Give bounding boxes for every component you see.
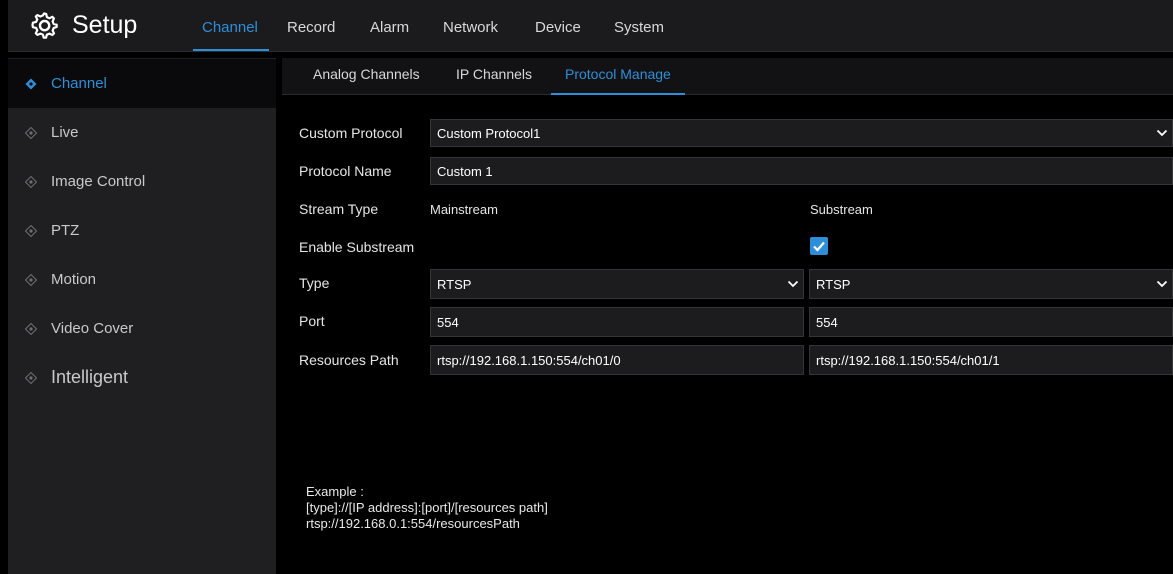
diamond-icon bbox=[25, 126, 37, 139]
example-text: Example : [type]://[IP address]:[port]/[… bbox=[306, 484, 548, 532]
chevron-down-icon bbox=[1156, 280, 1168, 288]
diamond-icon bbox=[25, 175, 37, 188]
chevron-down-icon bbox=[787, 280, 799, 288]
sidebar-item-motion[interactable]: Motion bbox=[8, 255, 276, 304]
diamond-icon bbox=[25, 273, 37, 286]
top-bar: Setup Channel Record Alarm Network Devic… bbox=[8, 0, 1173, 52]
example-url: rtsp://192.168.0.1:554/resourcesPath bbox=[306, 516, 520, 531]
sidebar-item-channel[interactable]: Channel bbox=[8, 59, 276, 108]
tab-analog-channels[interactable]: Analog Channels bbox=[313, 66, 420, 82]
port-label: Port bbox=[299, 313, 325, 329]
main-type-select[interactable]: RTSP bbox=[430, 269, 804, 299]
sidebar-item-label: Image Control bbox=[51, 173, 146, 190]
gear-icon bbox=[31, 12, 58, 39]
protocol-name-label: Protocol Name bbox=[299, 163, 392, 179]
tab-ip-channels[interactable]: IP Channels bbox=[456, 66, 532, 82]
diamond-icon bbox=[25, 224, 37, 237]
sub-port-input[interactable]: 554 bbox=[809, 307, 1173, 337]
tab-record[interactable]: Record bbox=[287, 0, 335, 51]
custom-protocol-label: Custom Protocol bbox=[299, 125, 403, 141]
tab-protocol-manage[interactable]: Protocol Manage bbox=[551, 66, 685, 95]
tab-system[interactable]: System bbox=[614, 0, 664, 51]
checkmark-icon bbox=[813, 241, 825, 252]
diamond-icon bbox=[25, 78, 37, 89]
main-port-value: 554 bbox=[437, 314, 459, 330]
protocol-name-value: Custom 1 bbox=[437, 163, 493, 179]
sidebar-item-ptz[interactable]: PTZ bbox=[8, 206, 276, 255]
example-format: [type]://[IP address]:[port]/[resources … bbox=[306, 500, 548, 515]
example-heading: Example : bbox=[306, 484, 364, 499]
sidebar-item-video-cover[interactable]: Video Cover bbox=[8, 304, 276, 353]
sidebar-item-label: Channel bbox=[51, 75, 107, 92]
sidebar-item-label: PTZ bbox=[51, 222, 80, 239]
main-path-input[interactable]: rtsp://192.168.1.150:554/ch01/0 bbox=[430, 345, 804, 375]
main-type-value: RTSP bbox=[437, 276, 472, 292]
sidebar-item-live[interactable]: Live bbox=[8, 108, 276, 157]
custom-protocol-select[interactable]: Custom Protocol1 bbox=[430, 119, 1173, 147]
main-content: Analog Channels IP Channels Protocol Man… bbox=[276, 58, 1173, 574]
sub-port-value: 554 bbox=[816, 314, 838, 330]
sub-type-select[interactable]: RTSP bbox=[809, 269, 1173, 299]
protocol-name-input[interactable]: Custom 1 bbox=[430, 157, 1173, 185]
sidebar-item-label: Motion bbox=[51, 271, 97, 288]
custom-protocol-value: Custom Protocol1 bbox=[437, 125, 541, 141]
diamond-icon bbox=[25, 322, 37, 335]
tab-channel[interactable]: Channel bbox=[193, 0, 269, 51]
substream-header: Substream bbox=[810, 202, 873, 217]
tab-network[interactable]: Network bbox=[443, 0, 498, 51]
setup-title: Setup bbox=[30, 10, 137, 40]
sub-type-value: RTSP bbox=[816, 276, 851, 292]
page-title: Setup bbox=[72, 10, 138, 39]
sidebar-item-intelligent[interactable]: Intelligent bbox=[8, 353, 276, 402]
sidebar-item-label: Intelligent bbox=[51, 367, 129, 387]
enable-substream-label: Enable Substream bbox=[299, 239, 415, 255]
diamond-icon bbox=[25, 371, 37, 384]
tab-alarm[interactable]: Alarm bbox=[370, 0, 409, 51]
sidebar-item-image-control[interactable]: Image Control bbox=[8, 157, 276, 206]
mainstream-header: Mainstream bbox=[430, 202, 498, 217]
subtab-bar: Analog Channels IP Channels Protocol Man… bbox=[282, 58, 1173, 95]
tab-device[interactable]: Device bbox=[535, 0, 581, 51]
main-path-value: rtsp://192.168.1.150:554/ch01/0 bbox=[437, 352, 621, 368]
resources-path-label: Resources Path bbox=[299, 352, 399, 368]
main-port-input[interactable]: 554 bbox=[430, 307, 804, 337]
type-label: Type bbox=[299, 275, 330, 291]
sub-path-value: rtsp://192.168.1.150:554/ch01/1 bbox=[816, 352, 1000, 368]
enable-substream-checkbox[interactable] bbox=[810, 237, 828, 255]
sidebar-item-label: Live bbox=[51, 124, 79, 141]
sidebar-item-label: Video Cover bbox=[51, 320, 134, 337]
stream-type-label: Stream Type bbox=[299, 201, 379, 217]
sub-path-input[interactable]: rtsp://192.168.1.150:554/ch01/1 bbox=[809, 345, 1173, 375]
sidebar: Channel Live Image Control PTZ Motion Vi… bbox=[8, 58, 276, 574]
chevron-down-icon bbox=[1156, 129, 1168, 137]
